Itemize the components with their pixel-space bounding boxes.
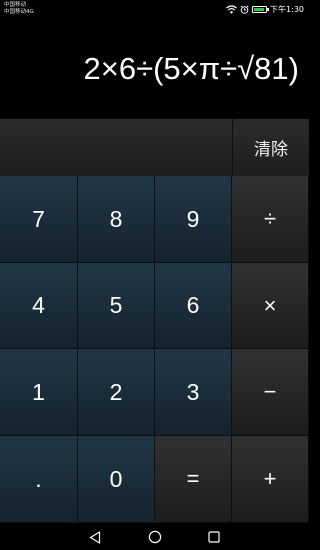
clear-row-spacer [0, 119, 231, 176]
key-2[interactable]: 2 [78, 349, 155, 436]
key-9[interactable]: 9 [155, 176, 232, 263]
divide-label: ÷ [263, 206, 277, 231]
recents-icon[interactable] [205, 528, 223, 546]
subtract-button[interactable]: − [232, 349, 309, 436]
clear-row: 清除 [0, 119, 309, 176]
add-label: + [263, 466, 277, 491]
decimal-button[interactable]: . [0, 436, 78, 523]
key-5[interactable]: 5 [78, 263, 155, 349]
keypad: 7 8 9 ÷ 4 5 6 × 1 2 3 − . 0 = + [0, 176, 309, 523]
home-icon[interactable] [146, 528, 164, 546]
expression-display: 2×6÷(5×π÷√81) [0, 18, 309, 119]
key-6[interactable]: 6 [155, 263, 232, 349]
status-time: 下午1:30 [270, 4, 304, 14]
equals-label: = [186, 466, 200, 491]
multiply-label: × [263, 292, 277, 318]
battery-icon [252, 5, 270, 13]
add-button[interactable]: + [232, 436, 309, 523]
back-icon[interactable] [86, 528, 104, 546]
divide-button[interactable]: ÷ [232, 176, 309, 263]
key-7[interactable]: 7 [0, 176, 78, 263]
clear-button[interactable]: 清除 [232, 119, 309, 176]
alarm-icon [240, 4, 249, 14]
subtract-label: − [263, 379, 277, 404]
carrier-name-2: 中国移动4G [4, 9, 34, 15]
equals-button[interactable]: = [155, 436, 232, 523]
status-icons: 下午1:30 [226, 3, 304, 15]
multiply-button[interactable]: × [232, 263, 309, 349]
key-8[interactable]: 8 [78, 176, 155, 263]
key-1[interactable]: 1 [0, 349, 78, 436]
navigation-bar [0, 523, 309, 550]
status-bar: 中国移动 中国移动4G 下午1:30 [0, 0, 309, 18]
carrier-name-1: 中国移动 [4, 2, 27, 8]
key-0[interactable]: 0 [78, 436, 155, 523]
key-4[interactable]: 4 [0, 263, 78, 349]
key-3[interactable]: 3 [155, 349, 232, 436]
wifi-icon [226, 4, 237, 14]
expression-text: 2×6÷(5×π÷√81) [83, 51, 300, 86]
